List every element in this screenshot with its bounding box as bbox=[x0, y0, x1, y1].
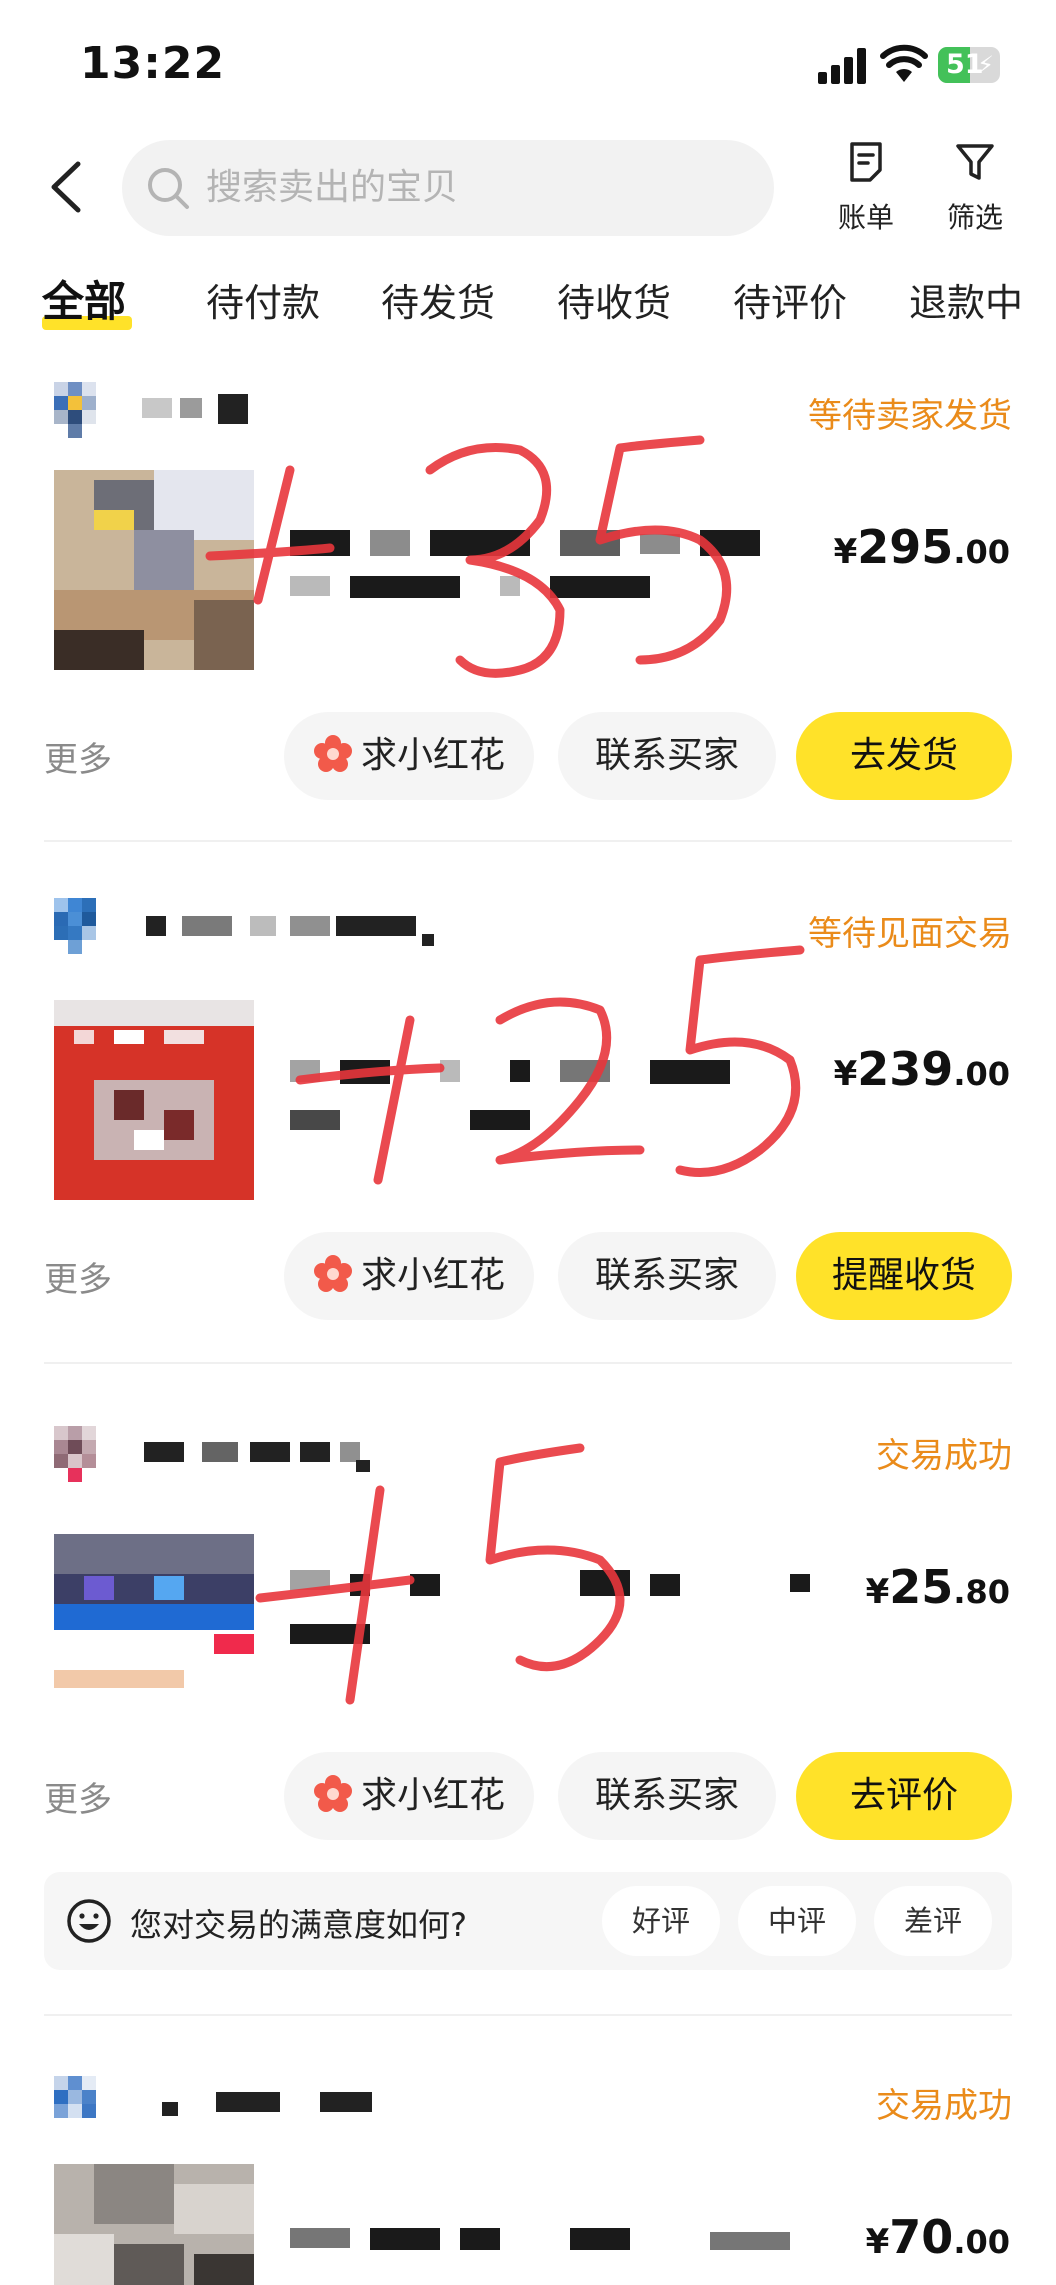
filter-label: 筛选 bbox=[946, 201, 1003, 234]
remind-receipt-button[interactable]: 提醒收货 bbox=[796, 1232, 1012, 1320]
order-price: ¥25.80 bbox=[865, 1560, 1010, 1614]
tab-all[interactable]: 全部 bbox=[42, 268, 126, 329]
bill-label: 账单 bbox=[837, 201, 894, 234]
back-arrow-icon[interactable] bbox=[46, 158, 88, 216]
contact-buyer-button[interactable]: 联系买家 bbox=[558, 712, 776, 800]
flower-icon bbox=[313, 1255, 352, 1292]
order-status: 等待卖家发货 bbox=[808, 396, 1012, 436]
request-flower-label: 求小红花 bbox=[360, 1255, 505, 1296]
buyer-avatar bbox=[54, 898, 110, 954]
order-price: ¥70.00 bbox=[865, 2210, 1010, 2264]
request-flower-button[interactable]: 求小红花 bbox=[284, 712, 534, 800]
bill-button[interactable]: 账单 bbox=[826, 140, 906, 240]
neutral-review-button[interactable]: 中评 bbox=[738, 1886, 856, 1956]
more-link[interactable]: 更多 bbox=[44, 732, 112, 781]
request-flower-button[interactable]: 求小红花 bbox=[284, 1752, 534, 1840]
more-link[interactable]: 更多 bbox=[44, 1772, 112, 1821]
tab-pending-review[interactable]: 待评价 bbox=[733, 272, 847, 327]
status-bar: 13:22 51 ⚡ bbox=[0, 0, 1056, 130]
product-thumbnail[interactable] bbox=[54, 1000, 254, 1200]
good-review-button[interactable]: 好评 bbox=[602, 1886, 720, 1956]
charging-bolt-icon: ⚡ bbox=[977, 51, 994, 79]
request-flower-label: 求小红花 bbox=[360, 735, 505, 776]
product-title-blurred bbox=[290, 530, 810, 640]
product-thumbnail[interactable] bbox=[54, 470, 254, 670]
request-flower-button[interactable]: 求小红花 bbox=[284, 1232, 534, 1320]
contact-buyer-button[interactable]: 联系买家 bbox=[558, 1232, 776, 1320]
clock-time: 13:22 bbox=[80, 38, 226, 89]
bill-icon bbox=[850, 142, 882, 182]
order-status: 交易成功 bbox=[876, 1436, 1012, 1476]
bad-review-button[interactable]: 差评 bbox=[874, 1886, 992, 1956]
order-price: ¥239.00 bbox=[833, 1042, 1010, 1096]
ship-button[interactable]: 去发货 bbox=[796, 712, 1012, 800]
product-title-blurred bbox=[290, 2228, 810, 2285]
battery-icon: 51 ⚡ bbox=[938, 47, 1000, 83]
order-price: ¥295.00 bbox=[833, 520, 1010, 574]
satisfaction-survey: 您对交易的满意度如何? 好评 中评 差评 bbox=[44, 1872, 1012, 1970]
more-link[interactable]: 更多 bbox=[44, 1252, 112, 1301]
order-tabs: 全部 待付款 待发货 待收货 待评价 退款中 bbox=[0, 262, 1056, 342]
search-icon bbox=[148, 168, 189, 209]
flower-icon bbox=[313, 1775, 352, 1812]
product-title-blurred bbox=[290, 1570, 810, 1680]
filter-button[interactable]: 筛选 bbox=[935, 140, 1015, 240]
cellular-signal-icon bbox=[818, 48, 868, 84]
review-button[interactable]: 去评价 bbox=[796, 1752, 1012, 1840]
search-bar[interactable]: 搜索卖出的宝贝 bbox=[122, 140, 774, 236]
tab-pending-shipment[interactable]: 待发货 bbox=[381, 272, 495, 327]
request-flower-label: 求小红花 bbox=[360, 1775, 505, 1816]
filter-icon bbox=[956, 144, 994, 180]
divider bbox=[44, 840, 1012, 842]
tab-pending-payment[interactable]: 待付款 bbox=[206, 272, 320, 327]
buyer-avatar bbox=[54, 1426, 110, 1482]
product-thumbnail[interactable] bbox=[54, 1514, 254, 1714]
satisfaction-question: 您对交易的满意度如何? bbox=[130, 1906, 467, 1944]
divider bbox=[44, 2014, 1012, 2016]
buyer-avatar bbox=[54, 2076, 110, 2132]
buyer-avatar bbox=[54, 382, 110, 438]
tab-refunding[interactable]: 退款中 bbox=[909, 272, 1023, 327]
contact-buyer-button[interactable]: 联系买家 bbox=[558, 1752, 776, 1840]
order-status: 交易成功 bbox=[876, 2086, 1012, 2126]
order-status: 等待见面交易 bbox=[808, 914, 1012, 954]
tab-pending-receipt[interactable]: 待收货 bbox=[557, 272, 671, 327]
wifi-icon bbox=[880, 44, 928, 82]
smiley-face-icon bbox=[67, 1899, 111, 1943]
search-placeholder: 搜索卖出的宝贝 bbox=[206, 167, 459, 208]
product-title-blurred bbox=[290, 1060, 810, 1170]
divider bbox=[44, 1362, 1012, 1364]
flower-icon bbox=[313, 735, 352, 772]
product-thumbnail[interactable] bbox=[54, 2164, 254, 2285]
